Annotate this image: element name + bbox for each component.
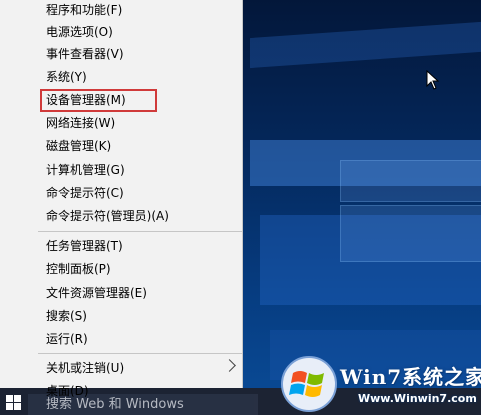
device-manager-highlight-box	[40, 89, 157, 112]
menu-item-power-options[interactable]: 电源选项(O)	[0, 21, 242, 43]
menu-item-shutdown-signout[interactable]: 关机或注销(U)	[0, 357, 242, 379]
menu-item-disk-management[interactable]: 磁盘管理(K)	[0, 135, 242, 157]
menu-item-file-explorer[interactable]: 文件资源管理器(E)	[0, 282, 242, 304]
menu-item-search[interactable]: 搜索(S)	[0, 305, 242, 327]
menu-separator	[38, 353, 243, 354]
menu-item-programs-features[interactable]: 程序和功能(F)	[0, 0, 242, 21]
winx-context-menu: 程序和功能(F) 电源选项(O) 事件查看器(V) 系统(Y) 设备管理器(M)…	[0, 0, 243, 388]
menu-item-run[interactable]: 运行(R)	[0, 328, 242, 350]
menu-item-label: 关机或注销(U)	[46, 361, 125, 375]
chevron-right-icon	[223, 359, 236, 372]
mouse-cursor-icon	[426, 70, 440, 90]
menu-item-command-prompt-admin[interactable]: 命令提示符(管理员)(A)	[0, 205, 242, 227]
wallpaper-window-pane	[340, 205, 481, 262]
menu-item-control-panel[interactable]: 控制面板(P)	[0, 258, 242, 280]
menu-item-computer-management[interactable]: 计算机管理(G)	[0, 159, 242, 181]
menu-item-network-connections[interactable]: 网络连接(W)	[0, 112, 242, 134]
windows7-logo-icon	[281, 356, 337, 412]
menu-item-task-manager[interactable]: 任务管理器(T)	[0, 235, 242, 257]
site-watermark: Win7系统之家 Www.Winwin7.com	[280, 355, 481, 415]
menu-item-command-prompt[interactable]: 命令提示符(C)	[0, 182, 242, 204]
watermark-title: Win7系统之家	[340, 365, 481, 389]
menu-item-event-viewer[interactable]: 事件查看器(V)	[0, 43, 242, 65]
wallpaper-window-pane	[340, 160, 481, 202]
menu-separator	[38, 231, 243, 232]
watermark-url: Www.Winwin7.com	[358, 392, 477, 405]
menu-item-system[interactable]: 系统(Y)	[0, 66, 242, 88]
menu-item-desktop-label[interactable]: 桌面(D)	[0, 380, 242, 402]
wallpaper-light-beam	[250, 21, 481, 69]
